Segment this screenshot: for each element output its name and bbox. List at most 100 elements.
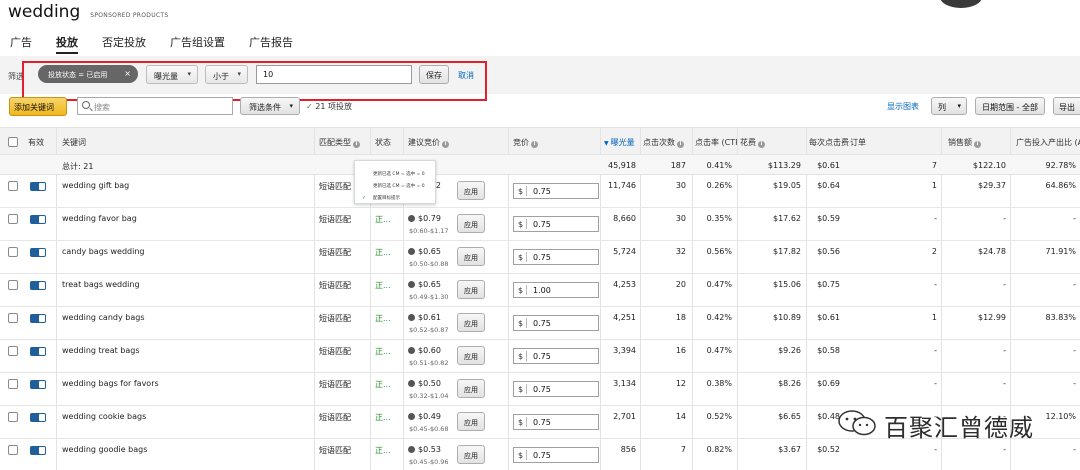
bid-info-icon	[408, 215, 415, 222]
active-toggle[interactable]	[30, 182, 46, 191]
apply-bid-button[interactable]: 应用	[457, 247, 485, 266]
match-type: 短语匹配	[319, 314, 351, 323]
popup-item[interactable]: 更新已选 CM = 选中 = 0	[373, 171, 425, 177]
keyword-text: wedding gift bag	[62, 181, 130, 190]
tab-targeting[interactable]: 投放	[56, 34, 78, 54]
status-text[interactable]: 正...	[375, 307, 403, 339]
row-checkbox[interactable]	[8, 412, 18, 422]
bid-input[interactable]: $0.75	[513, 183, 599, 199]
col-keyword[interactable]: 关键词	[62, 128, 312, 154]
status-text[interactable]: 正...	[375, 373, 403, 405]
show-chart-link[interactable]: 显示图表	[887, 101, 919, 112]
bid-input[interactable]: $0.75	[513, 414, 599, 430]
total-ctr: 0.41%	[706, 161, 732, 170]
campaign-title: wedding	[8, 2, 81, 22]
info-icon: i	[531, 141, 538, 148]
col-orders[interactable]: 订单	[850, 128, 878, 154]
active-toggle[interactable]	[30, 281, 46, 290]
row-checkbox[interactable]	[8, 247, 18, 257]
total-sales: $122.10	[972, 161, 1006, 170]
status-text[interactable]: 正...	[375, 439, 403, 470]
search-input[interactable]: 搜索	[77, 97, 233, 115]
total-label: 总计: 21	[62, 162, 94, 171]
col-sales[interactable]: 销售额 i	[948, 128, 1008, 154]
bid-input[interactable]: $0.75	[513, 348, 599, 364]
active-toggle[interactable]	[30, 347, 46, 356]
col-spend[interactable]: 花费 i	[740, 128, 800, 154]
tab-negative-targeting[interactable]: 否定投放	[102, 34, 146, 54]
table-row: treat bags wedding 短语匹配 正... $0.65 $0.49…	[0, 274, 1080, 307]
date-range-button[interactable]: 日期范围 - 全部	[975, 97, 1045, 115]
bid-input[interactable]: $1.00	[513, 282, 599, 298]
info-icon: i	[353, 141, 360, 148]
col-impressions[interactable]: ▼ 曝光量	[604, 128, 638, 154]
status-text[interactable]: 正...	[375, 406, 403, 438]
status-text[interactable]: 正...	[375, 340, 403, 372]
apply-bid-button[interactable]: 应用	[457, 379, 485, 398]
col-bid[interactable]: 竞价 i	[513, 128, 599, 154]
bid-input[interactable]: $0.75	[513, 315, 599, 331]
total-spend: $113.29	[767, 161, 801, 170]
acos-value: -	[1073, 280, 1076, 289]
status-text[interactable]: 正...	[375, 274, 403, 306]
columns-button[interactable]: 列 ▾	[931, 97, 967, 115]
filter-conditions-button[interactable]: 筛选条件 ▾	[240, 97, 300, 115]
bid-input[interactable]: $0.75	[513, 249, 599, 265]
row-checkbox[interactable]	[8, 214, 18, 224]
suggested-bid-range: $0.49-$1.30	[409, 293, 449, 301]
tab-ad-group-settings[interactable]: 广告组设置	[170, 34, 225, 54]
bid-input[interactable]: $0.75	[513, 381, 599, 397]
active-toggle[interactable]	[30, 314, 46, 323]
bid-input[interactable]: $0.75	[513, 216, 599, 232]
active-toggle[interactable]	[30, 248, 46, 257]
col-acos[interactable]: 广告投入产出比 (ACoS)	[1016, 128, 1080, 154]
ctr-value: 0.26%	[706, 181, 732, 190]
status-text[interactable]: 正...	[375, 241, 403, 273]
spend-value: $17.82	[773, 247, 801, 256]
export-button[interactable]: 导出	[1053, 97, 1080, 115]
impressions-value: 2,701	[613, 412, 636, 421]
row-checkbox[interactable]	[8, 313, 18, 323]
col-clicks[interactable]: 点击次数 i	[643, 128, 693, 154]
suggested-bid: $0.49	[408, 406, 458, 438]
active-toggle[interactable]	[30, 446, 46, 455]
apply-bid-button[interactable]: 应用	[457, 280, 485, 299]
col-match-type[interactable]: 匹配类型 i	[319, 128, 369, 154]
bid-info-icon	[408, 446, 415, 453]
bid-input[interactable]: $0.75	[513, 447, 599, 463]
row-checkbox[interactable]	[8, 445, 18, 455]
apply-bid-button[interactable]: 应用	[457, 412, 485, 431]
impressions-value: 11,746	[608, 181, 636, 190]
popup-item[interactable]: 更新已选 CM = 选中 = 0	[373, 183, 425, 189]
active-toggle[interactable]	[30, 215, 46, 224]
row-checkbox[interactable]	[8, 379, 18, 389]
select-all-checkbox[interactable]	[8, 137, 18, 147]
apply-bid-button[interactable]: 应用	[457, 214, 485, 233]
row-checkbox[interactable]	[8, 280, 18, 290]
tab-ads[interactable]: 广告	[10, 34, 32, 54]
apply-bid-button[interactable]: 应用	[457, 346, 485, 365]
apply-bid-button[interactable]: 应用	[457, 181, 485, 200]
row-checkbox[interactable]	[8, 346, 18, 356]
row-checkbox[interactable]	[8, 181, 18, 191]
spend-value: $8.26	[778, 379, 801, 388]
col-ctr[interactable]: 点击率 (CTR)	[695, 128, 737, 154]
apply-bid-button[interactable]: 应用	[457, 313, 485, 332]
apply-bid-button[interactable]: 应用	[457, 445, 485, 464]
popup-item[interactable]: 配置目标提示	[373, 195, 400, 201]
avatar[interactable]	[940, 0, 982, 8]
spend-value: $10.89	[773, 313, 801, 322]
match-type: 短语匹配	[319, 248, 351, 257]
tab-ad-reports[interactable]: 广告报告	[249, 34, 293, 54]
col-status[interactable]: 状态	[375, 128, 403, 154]
col-active[interactable]: 有效	[28, 128, 56, 154]
keyword-text: candy bags wedding	[62, 247, 145, 256]
chevron-down-icon: ▾	[957, 102, 961, 110]
status-text[interactable]: 正...	[375, 208, 403, 240]
col-suggested-bid[interactable]: 建议竞价 i	[408, 128, 504, 154]
wechat-logo-icon	[838, 410, 876, 436]
col-cpc[interactable]: 每次点击费用 (CPC)	[809, 128, 849, 154]
active-toggle[interactable]	[30, 413, 46, 422]
active-toggle[interactable]	[30, 380, 46, 389]
add-keyword-button[interactable]: 添加关键词	[9, 97, 67, 116]
